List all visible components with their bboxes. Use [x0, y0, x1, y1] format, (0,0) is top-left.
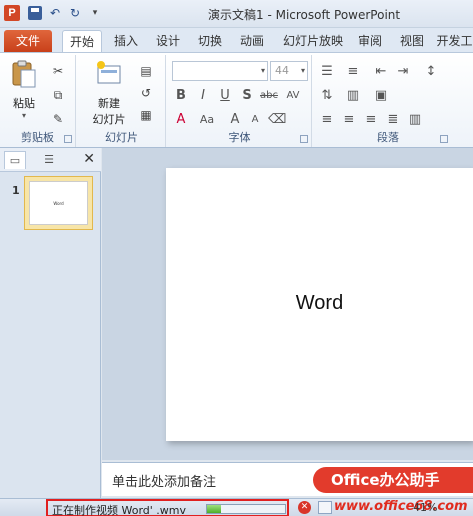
title-bar: P ↶ ↻ ▾ 演示文稿1 - Microsoft PowerPoint [0, 0, 473, 28]
zoom-level[interactable]: 41% [413, 501, 437, 514]
paste-label: 粘贴 [13, 97, 35, 110]
slide-thumbnail[interactable]: Word [24, 176, 93, 230]
layout-icon[interactable]: ▤ [138, 63, 154, 79]
video-progress-box: 正在制作视频 Word' .wmv [46, 499, 289, 516]
align-left-icon[interactable]: ≡ [318, 111, 336, 129]
progress-bar [206, 504, 286, 514]
font-group-label: 字体 [228, 131, 251, 144]
clipboard-launcher-icon[interactable] [64, 135, 72, 143]
quick-access-toolbar: ↶ ↻ ▾ [28, 6, 102, 20]
decrease-indent-icon[interactable]: ⇤ [372, 63, 390, 81]
status-bar: 正在制作视频 Word' .wmv ✕ www.office68.com 41% [0, 498, 473, 516]
font-name-dropdown-icon: ▾ [260, 66, 265, 75]
underline-icon[interactable]: U [216, 87, 234, 105]
customize-qat-icon[interactable]: ▾ [88, 6, 102, 20]
ribbon-tabs: 文件 开始 插入 设计 切换 动画 幻灯片放映 审阅 视图 开发工 [0, 28, 473, 52]
tab-developer[interactable]: 开发工 [436, 30, 473, 52]
change-case-icon[interactable]: Aa [198, 111, 216, 129]
columns-icon[interactable]: ▥ [406, 111, 424, 129]
font-size-value: 44 [275, 64, 289, 77]
save-icon[interactable] [28, 6, 42, 20]
normal-view-icon[interactable] [318, 501, 332, 514]
strikethrough-icon[interactable]: abc [260, 87, 278, 105]
new-slide-icon [97, 61, 121, 84]
tab-file[interactable]: 文件 [4, 30, 52, 52]
line-spacing-icon[interactable]: ↕ [422, 63, 440, 81]
font-name-combo[interactable]: ▾ [172, 61, 268, 81]
paste-icon [12, 60, 36, 88]
cancel-icon[interactable]: ✕ [298, 501, 311, 514]
slide-canvas[interactable]: Word [166, 168, 473, 441]
powerpoint-logo-icon[interactable]: P [4, 5, 20, 21]
align-center-icon[interactable]: ≡ [340, 111, 358, 129]
ribbon: 粘贴 ▾ ✂ ⧉ ✎ 剪贴板 新建 幻灯片 ▤ ↺ ▦ 幻灯片 ▾ 44 ▾ B… [0, 52, 473, 148]
italic-icon[interactable]: I [194, 87, 212, 105]
convert-smartart-icon[interactable]: ▣ [372, 87, 390, 105]
shrink-font-icon[interactable]: A [246, 111, 264, 129]
new-slide-label-1: 新建 [98, 97, 120, 110]
shadow-icon[interactable]: S [238, 87, 256, 105]
tab-slides[interactable]: ▭ [4, 151, 26, 169]
paragraph-launcher-icon[interactable] [440, 135, 448, 143]
slide-number: 1 [12, 184, 20, 197]
close-panel-icon[interactable]: ✕ [83, 151, 95, 167]
panel-tabs: ▭ ☰ ✕ [0, 148, 101, 172]
copy-icon[interactable]: ⧉ [50, 87, 66, 103]
bullets-icon[interactable]: ☰ [318, 63, 336, 81]
font-size-dropdown-icon: ▾ [300, 66, 305, 75]
clear-formatting-icon[interactable]: ⌫ [268, 111, 286, 129]
site-watermark: www.office68.com [334, 499, 468, 514]
slide-text[interactable]: Word [166, 292, 473, 315]
tab-home[interactable]: 开始 [62, 30, 102, 52]
slide-editor: Word [102, 148, 473, 460]
tab-insert[interactable]: 插入 [108, 30, 144, 52]
reset-icon[interactable]: ↺ [138, 85, 154, 101]
align-right-icon[interactable]: ≡ [362, 111, 380, 129]
increase-indent-icon[interactable]: ⇥ [394, 63, 412, 81]
paste-dropdown-icon[interactable]: ▾ [8, 111, 40, 120]
redo-icon[interactable]: ↻ [68, 6, 82, 20]
tab-design[interactable]: 设计 [150, 30, 186, 52]
align-text-icon[interactable]: ▥ [344, 87, 362, 105]
numbering-icon[interactable]: ≡ [344, 63, 362, 81]
paste-button[interactable]: 粘贴 ▾ [8, 59, 40, 120]
clipboard-group: 粘贴 ▾ ✂ ⧉ ✎ 剪贴板 [0, 55, 76, 147]
undo-icon[interactable]: ↶ [48, 6, 62, 20]
tab-outline[interactable]: ☰ [38, 151, 60, 169]
slides-panel: ▭ ☰ ✕ 1 Word [0, 148, 101, 498]
tab-animations[interactable]: 动画 [234, 30, 270, 52]
status-text: 正在制作视频 Word' .wmv [52, 504, 187, 516]
cut-icon[interactable]: ✂ [50, 63, 66, 79]
tab-slideshow[interactable]: 幻灯片放映 [280, 30, 346, 52]
watermark-badge: Office办公助手 [313, 467, 473, 493]
character-spacing-icon[interactable]: AV [284, 87, 302, 105]
format-painter-icon[interactable]: ✎ [50, 111, 66, 127]
font-color-icon[interactable]: A [172, 111, 190, 129]
paragraph-group: ☰ ≡ ⇤ ⇥ ↕ ⇅ ▥ ▣ ≡ ≡ ≡ ≣ ▥ 段落 [314, 55, 462, 147]
section-icon[interactable]: ▦ [138, 107, 154, 123]
grow-font-icon[interactable]: A [226, 111, 244, 129]
slide-thumbnail-preview: Word [29, 181, 88, 225]
tab-view[interactable]: 视图 [394, 30, 430, 52]
justify-icon[interactable]: ≣ [384, 111, 402, 129]
font-launcher-icon[interactable] [300, 135, 308, 143]
notes-placeholder: 单击此处添加备注 [112, 475, 217, 490]
new-slide-button[interactable]: 新建 幻灯片 [84, 59, 134, 127]
new-slide-label-2: 幻灯片 [92, 113, 126, 126]
tab-review[interactable]: 审阅 [352, 30, 388, 52]
progress-fill [207, 505, 222, 513]
slides-group: 新建 幻灯片 ▤ ↺ ▦ 幻灯片 [78, 55, 166, 147]
slides-group-label: 幻灯片 [105, 131, 138, 144]
bold-icon[interactable]: B [172, 87, 190, 105]
notes-pane[interactable]: 单击此处添加备注 Office办公助手 [102, 462, 473, 496]
window-title: 演示文稿1 - Microsoft PowerPoint [208, 8, 401, 22]
font-group: ▾ 44 ▾ B I U S abc AV A Aa A A ⌫ 字体 [168, 55, 312, 147]
tab-transitions[interactable]: 切换 [192, 30, 228, 52]
font-size-combo[interactable]: 44 ▾ [270, 61, 308, 81]
text-direction-icon[interactable]: ⇅ [318, 87, 336, 105]
